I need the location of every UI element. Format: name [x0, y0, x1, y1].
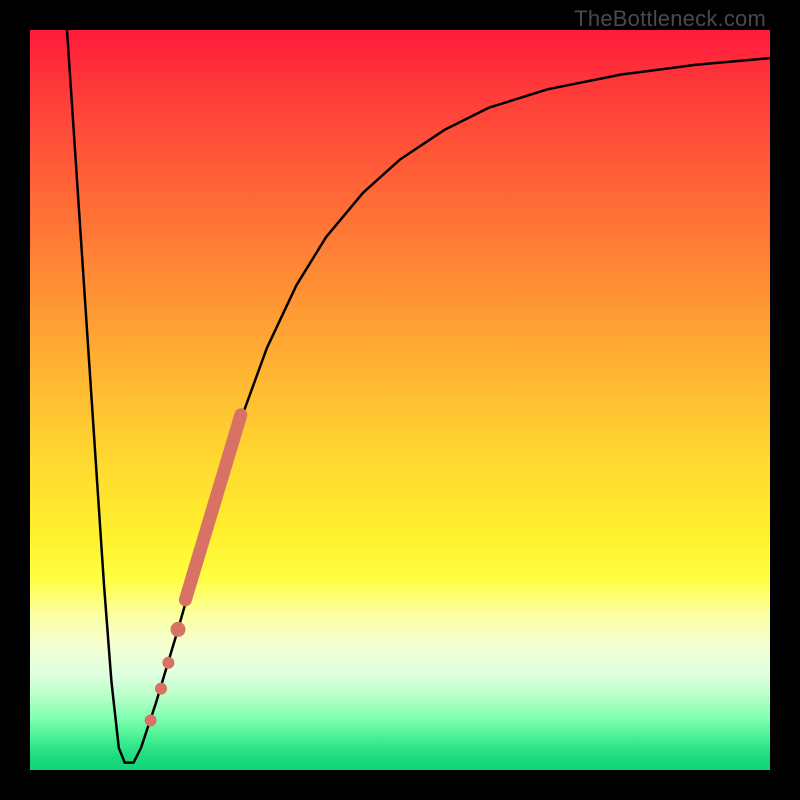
highlight-segment — [185, 415, 241, 600]
highlight-dot — [155, 683, 167, 695]
bottleneck-curve — [67, 30, 770, 763]
highlight-dot — [171, 622, 186, 637]
highlight-dot — [145, 714, 157, 726]
highlight-layer — [185, 415, 241, 600]
chart-frame: TheBottleneck.com — [0, 0, 800, 800]
curve-layer — [67, 30, 770, 763]
watermark-text: TheBottleneck.com — [574, 6, 766, 32]
plot-area — [30, 30, 770, 770]
highlight-dot — [162, 657, 174, 669]
chart-svg — [30, 30, 770, 770]
